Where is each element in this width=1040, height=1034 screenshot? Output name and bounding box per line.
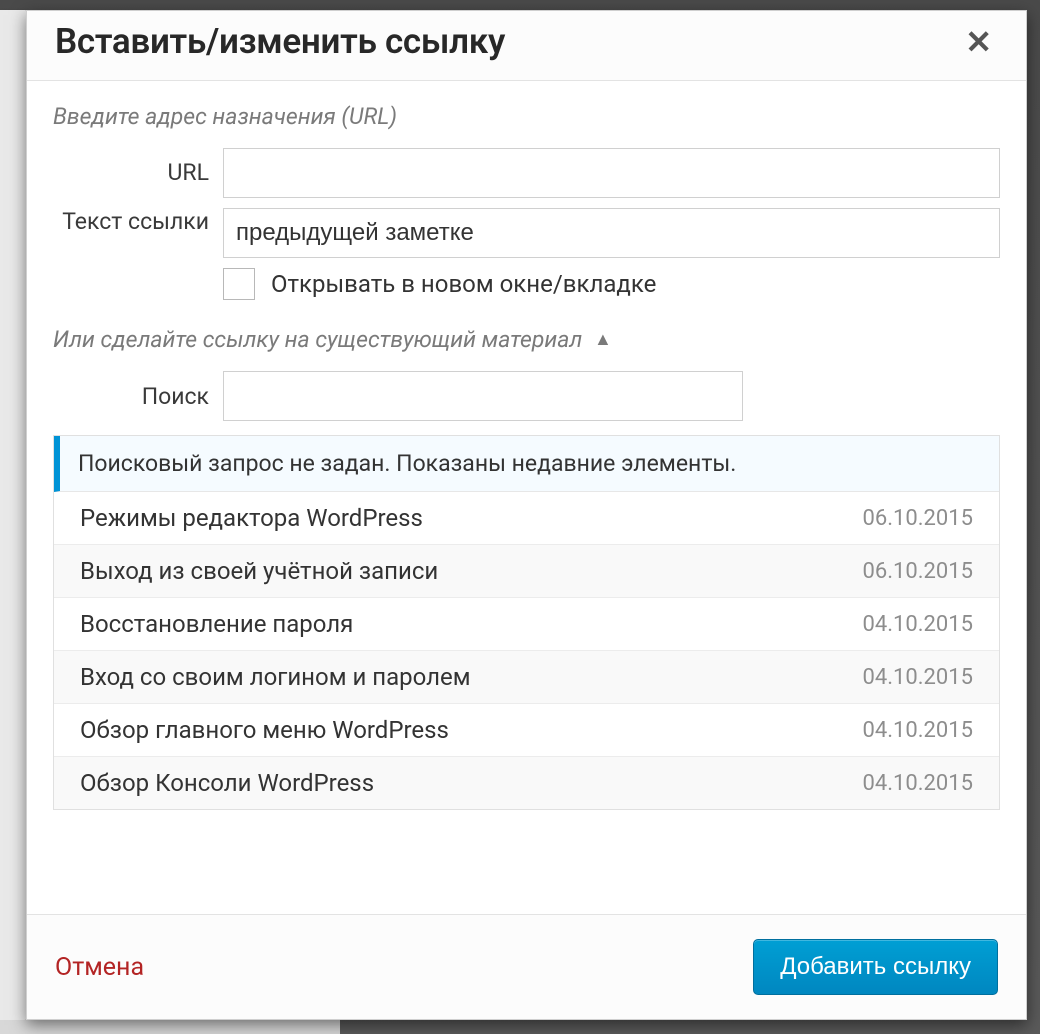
- modal-body: Введите адрес назначения (URL) URL Текст…: [27, 81, 1026, 914]
- result-title: Восстановление пароля: [80, 610, 353, 638]
- url-input[interactable]: [223, 148, 1000, 198]
- url-label: URL: [53, 159, 223, 188]
- result-title: Режимы редактора WordPress: [80, 504, 423, 532]
- result-date: 04.10.2015: [842, 771, 973, 796]
- result-title: Обзор главного меню WordPress: [80, 716, 449, 744]
- add-link-button[interactable]: Добавить ссылку: [753, 939, 998, 995]
- new-tab-label: Открывать в новом окне/вкладке: [271, 270, 656, 298]
- url-field-row: URL: [53, 148, 1000, 198]
- result-title: Вход со своим логином и паролем: [80, 663, 471, 691]
- results-list: Поисковый запрос не задан. Показаны неда…: [53, 435, 1000, 810]
- result-title: Выход из своей учётной записи: [80, 557, 438, 585]
- result-item[interactable]: Восстановление пароля 04.10.2015: [54, 598, 999, 651]
- result-title: Обзор Консоли WordPress: [80, 769, 374, 797]
- insert-link-modal: Вставить/изменить ссылку ✕ Введите адрес…: [26, 10, 1027, 1020]
- url-section-hint: Введите адрес назначения (URL): [53, 103, 1000, 130]
- new-tab-row: Открывать в новом окне/вкладке: [223, 268, 1000, 300]
- result-date: 06.10.2015: [842, 506, 973, 531]
- result-item[interactable]: Выход из своей учётной записи 06.10.2015: [54, 545, 999, 598]
- modal-footer: Отмена Добавить ссылку: [27, 914, 1026, 1019]
- result-item[interactable]: Вход со своим логином и паролем 04.10.20…: [54, 651, 999, 704]
- result-date: 06.10.2015: [842, 559, 973, 584]
- collapse-up-icon: ▲: [594, 329, 612, 350]
- result-item[interactable]: Обзор главного меню WordPress 04.10.2015: [54, 704, 999, 757]
- result-item[interactable]: Обзор Консоли WordPress 04.10.2015: [54, 757, 999, 809]
- result-date: 04.10.2015: [842, 718, 973, 743]
- existing-section-hint: Или сделайте ссылку на существующий мате…: [53, 326, 582, 353]
- background-panel-left: [0, 10, 28, 1020]
- search-field-row: Поиск: [53, 371, 1000, 421]
- background-panel-bottom: [0, 1020, 340, 1034]
- search-label: Поиск: [53, 383, 223, 410]
- link-text-input[interactable]: [223, 208, 1000, 258]
- result-item[interactable]: Режимы редактора WordPress 06.10.2015: [54, 492, 999, 545]
- cancel-button[interactable]: Отмена: [55, 953, 144, 982]
- link-text-label: Текст ссылки: [53, 208, 223, 237]
- existing-section-toggle[interactable]: Или сделайте ссылку на существующий мате…: [53, 326, 1000, 353]
- modal-header: Вставить/изменить ссылку ✕: [27, 11, 1026, 81]
- close-icon[interactable]: ✕: [959, 22, 998, 62]
- modal-title: Вставить/изменить ссылку: [55, 21, 505, 62]
- search-input[interactable]: [223, 371, 743, 421]
- result-date: 04.10.2015: [842, 665, 973, 690]
- link-text-field-row: Текст ссылки: [53, 208, 1000, 258]
- result-date: 04.10.2015: [842, 612, 973, 637]
- results-banner: Поисковый запрос не задан. Показаны неда…: [54, 436, 999, 492]
- new-tab-checkbox[interactable]: [223, 268, 255, 300]
